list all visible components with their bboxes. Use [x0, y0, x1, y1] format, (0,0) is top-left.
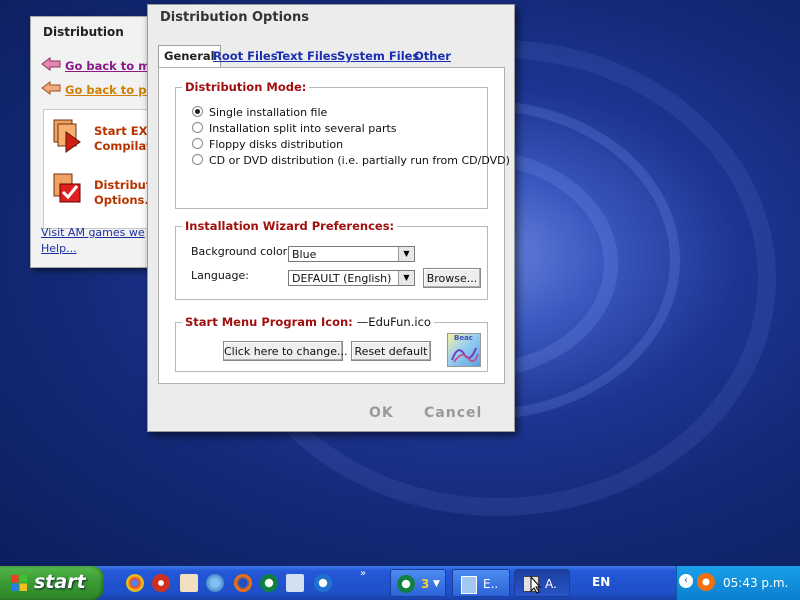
wizard-preferences-group: Installation Wizard Preferences: Backgro… — [175, 219, 488, 300]
netscape-icon[interactable] — [260, 574, 278, 592]
player-icon[interactable] — [314, 574, 332, 592]
chevron-left-icon[interactable]: ‹ — [679, 574, 693, 588]
quicklaunch-overflow-icon[interactable]: » — [360, 568, 366, 579]
background-color-select[interactable]: Blue ▼ — [288, 246, 415, 262]
taskbar-item-explorer[interactable]: E.. — [452, 569, 510, 597]
radio-cd-dvd[interactable]: CD or DVD distribution (i.e. partially r… — [192, 154, 510, 167]
background-color-label: Background color: — [191, 245, 291, 258]
netscape-icon — [397, 575, 415, 593]
language-label: Language: — [191, 269, 249, 282]
media-icon[interactable] — [286, 574, 304, 592]
compile-icon[interactable] — [52, 118, 82, 154]
tab-general[interactable]: General — [158, 45, 221, 67]
general-tab-panel: Distribution Mode: Single installation f… — [158, 67, 510, 384]
radio-single-file[interactable]: Single installation file — [192, 106, 327, 119]
panel-title: Distribution — [43, 25, 124, 39]
group-count: 3 — [421, 577, 430, 591]
start-button[interactable]: start — [0, 566, 104, 600]
chevron-down-icon[interactable]: ▼ — [398, 271, 414, 285]
taskbar-item-am[interactable]: A. — [514, 569, 570, 597]
background-color-value: Blue — [292, 248, 317, 261]
document-icon — [461, 576, 477, 594]
radio-icon[interactable] — [192, 154, 203, 165]
tab-text-files[interactable]: Text Files — [276, 49, 337, 63]
task-label: E.. — [483, 577, 499, 591]
cancel-button[interactable]: Cancel — [424, 405, 482, 421]
radio-label: Floppy disks distribution — [209, 138, 344, 151]
visit-am-games-link[interactable]: Visit AM games we — [41, 226, 145, 239]
language-indicator[interactable]: EN — [592, 575, 610, 589]
radio-floppy[interactable]: Floppy disks distribution — [192, 138, 343, 151]
radio-split-parts[interactable]: Installation split into several parts — [192, 122, 397, 135]
task-label: A. — [545, 577, 557, 591]
radio-label: Single installation file — [209, 106, 328, 119]
wizard-preferences-title: Installation Wizard Preferences: — [182, 219, 398, 233]
dialog-title: Distribution Options — [160, 10, 309, 25]
program-icon-preview: Beac — [447, 333, 481, 367]
mouse-cursor-icon — [530, 576, 542, 594]
taskbar: start » 3 ▼ E.. A. EN ‹ 05:43 p.m. — [0, 566, 800, 600]
distribution-mode-group: Distribution Mode: Single installation f… — [175, 80, 510, 209]
icon-filename: EduFun.ico — [368, 315, 431, 329]
start-menu-icon-title: Start Menu Program Icon: —EduFun.ico — [182, 315, 434, 329]
language-select[interactable]: DEFAULT (English) ▼ — [288, 270, 415, 286]
clock: 05:43 p.m. — [723, 576, 789, 590]
firefox-icon[interactable] — [234, 574, 252, 592]
radio-label: CD or DVD distribution (i.e. partially r… — [209, 154, 510, 167]
tab-root-files[interactable]: Root Files — [213, 49, 278, 63]
radio-icon[interactable] — [192, 122, 203, 133]
app-red-icon[interactable] — [152, 574, 170, 592]
go-back-project-link[interactable]: Go back to pro — [65, 83, 160, 97]
windows-logo-icon — [11, 575, 27, 591]
radio-selected-icon[interactable] — [192, 106, 203, 117]
change-icon-button[interactable]: Click here to change... — [223, 341, 348, 361]
radio-label: Installation split into several parts — [209, 122, 397, 135]
taskbar-group-netscape[interactable]: 3 ▼ — [390, 569, 446, 597]
ie-icon[interactable] — [206, 574, 224, 592]
system-tray: ‹ 05:43 p.m. — [676, 566, 800, 600]
start-label: start — [34, 571, 86, 593]
chrome-icon[interactable] — [126, 574, 144, 592]
distribution-mode-title: Distribution Mode: — [182, 80, 310, 94]
tray-app-icon[interactable] — [697, 573, 715, 591]
language-value: DEFAULT (English) — [292, 272, 392, 285]
distribution-options-icon[interactable] — [52, 172, 82, 208]
chevron-down-icon[interactable]: ▼ — [398, 247, 414, 261]
ok-button[interactable]: OK — [369, 405, 394, 421]
chevron-down-icon: ▼ — [433, 579, 440, 589]
browse-button[interactable]: Browse... — [423, 268, 481, 288]
back-arrow-icon — [41, 81, 61, 95]
tab-other[interactable]: Other — [414, 49, 451, 63]
tab-system-files[interactable]: System Files — [337, 49, 419, 63]
radio-icon[interactable] — [192, 138, 203, 149]
reset-default-button[interactable]: Reset default — [351, 341, 431, 361]
start-menu-icon-title-text: Start Menu Program Icon: — [185, 315, 353, 329]
help-link[interactable]: Help... — [41, 242, 77, 255]
book-icon[interactable] — [180, 574, 198, 592]
program-icon-caption: Beac — [454, 334, 473, 342]
distribution-options-dialog: Distribution Options General Root Files … — [147, 4, 515, 432]
back-arrow-icon — [41, 57, 61, 71]
start-menu-icon-group: Start Menu Program Icon: —EduFun.ico Cli… — [175, 315, 488, 372]
